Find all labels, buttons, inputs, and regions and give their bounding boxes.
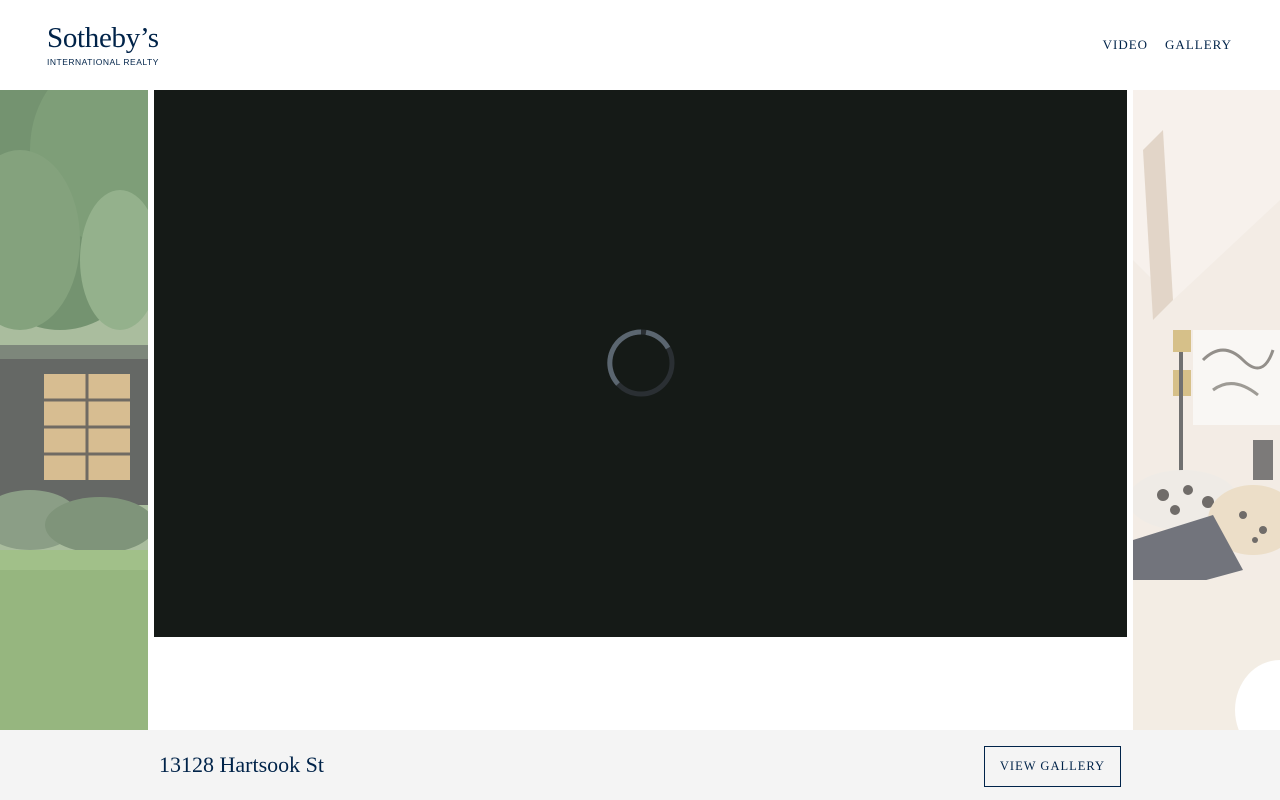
property-address: 13128 Hartsook St — [159, 752, 324, 777]
right-gallery-image[interactable] — [1133, 90, 1280, 730]
view-gallery-button[interactable]: VIEW GALLERY — [984, 746, 1121, 787]
listing-footer: 13128 Hartsook St VIEW GALLERY — [0, 730, 1280, 800]
interior-living-room-photo — [1133, 90, 1280, 730]
video-player[interactable] — [154, 90, 1127, 637]
nav-video-link[interactable]: VIDEO — [1103, 37, 1148, 53]
loading-spinner-icon — [607, 329, 675, 397]
exterior-garden-photo — [0, 90, 148, 730]
logo-subtitle: INTERNATIONAL REALTY — [47, 57, 159, 67]
main-nav: VIDEO GALLERY — [1103, 37, 1232, 53]
nav-gallery-link[interactable]: GALLERY — [1165, 37, 1232, 53]
sothebys-logo[interactable]: Sotheby’s INTERNATIONAL REALTY — [47, 22, 177, 68]
site-header: Sotheby’s INTERNATIONAL REALTY VIDEO GAL… — [0, 0, 1280, 90]
logo-wordmark: Sotheby’s — [47, 22, 159, 54]
left-gallery-image[interactable] — [0, 90, 148, 730]
